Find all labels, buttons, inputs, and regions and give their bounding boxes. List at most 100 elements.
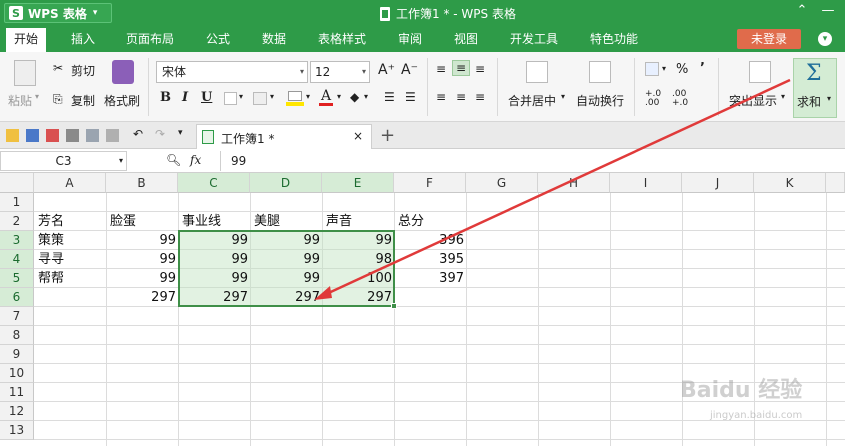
align-middle-icon[interactable]: ≡ [452, 60, 471, 76]
row-header[interactable]: 4 [0, 250, 34, 269]
row-header[interactable]: 7 [0, 307, 34, 326]
indent-decrease-icon[interactable]: ☰ [405, 90, 416, 104]
column-header[interactable]: G [466, 173, 538, 193]
undo-icon[interactable]: ↶ [133, 127, 143, 141]
row-header[interactable]: 8 [0, 326, 34, 345]
grow-font-button[interactable]: A⁺ [378, 62, 395, 78]
cell-f3[interactable]: 396 [395, 231, 467, 250]
chevron-down-icon[interactable]: ▾ [306, 92, 310, 101]
cell-c2[interactable]: 事业线 [179, 212, 224, 231]
paste-button[interactable]: 粘贴 [8, 92, 32, 109]
open-folder-icon[interactable] [6, 129, 19, 142]
tab-home[interactable]: 开始 [6, 26, 47, 52]
border-icon[interactable] [224, 92, 237, 105]
format-painter-button[interactable]: 格式刷 [104, 92, 140, 109]
merge-center-button[interactable]: 合并居中 [508, 92, 556, 109]
indent-increase-icon[interactable]: ☰ [384, 90, 395, 104]
tab-formulas[interactable]: 公式 [198, 26, 238, 52]
cell-b3[interactable]: 99 [107, 231, 179, 250]
font-name-select[interactable]: 宋体 ▾ [156, 61, 308, 83]
cell-c4[interactable]: 99 [179, 250, 251, 269]
cell-c5[interactable]: 99 [179, 269, 251, 288]
number-format-icon[interactable] [645, 62, 659, 76]
preview-icon[interactable] [106, 129, 119, 142]
row-header[interactable]: 5 [0, 269, 34, 288]
highlight-icon[interactable] [749, 61, 771, 83]
cell-c6[interactable]: 297 [179, 288, 251, 307]
column-header[interactable]: D [250, 173, 322, 193]
chevron-down-icon[interactable]: ▾ [827, 94, 831, 103]
cell-b2[interactable]: 脸蛋 [107, 212, 139, 231]
column-header[interactable]: K [754, 173, 826, 193]
tab-table-style[interactable]: 表格样式 [310, 26, 374, 52]
column-header[interactable]: H [538, 173, 610, 193]
shrink-font-button[interactable]: A⁻ [401, 62, 418, 78]
wrap-text-icon[interactable] [589, 61, 611, 83]
redo-icon[interactable]: ↷ [155, 127, 165, 141]
cell-a5[interactable]: 帮帮 [35, 269, 107, 288]
print-preview-icon[interactable] [86, 129, 99, 142]
highlight-button[interactable]: 突出显示 [729, 92, 777, 109]
bold-button[interactable]: B [160, 90, 171, 105]
thousands-separator-icon[interactable]: ’ [700, 61, 705, 76]
clear-format-icon[interactable]: ◆ [350, 90, 359, 104]
font-size-select[interactable]: 12 ▾ [310, 61, 370, 83]
underline-button[interactable]: U [201, 90, 212, 105]
cell-e3[interactable]: 99 [323, 231, 395, 250]
sum-button[interactable]: 求和 [797, 93, 821, 110]
collapse-ribbon-icon[interactable]: ⌃ [792, 3, 812, 18]
cell-d6[interactable]: 297 [251, 288, 323, 307]
document-tab[interactable]: 工作簿1 * × [196, 124, 372, 149]
column-header[interactable]: B [106, 173, 178, 193]
align-right-icon[interactable]: ≡ [475, 90, 485, 104]
chevron-down-icon[interactable]: ▾ [561, 92, 565, 101]
column-header[interactable]: C [178, 173, 250, 193]
cell-e6[interactable]: 297 [323, 288, 395, 307]
tab-developer[interactable]: 开发工具 [502, 26, 566, 52]
cell-e5[interactable]: 100 [323, 269, 395, 288]
select-all-corner[interactable] [0, 173, 34, 193]
decrease-decimal-icon[interactable]: .00 +.0 [672, 90, 688, 108]
row-header[interactable]: 11 [0, 383, 34, 402]
login-button[interactable]: 未登录 [737, 29, 801, 49]
chevron-down-icon[interactable]: ▾ [781, 92, 785, 101]
cell-e2[interactable]: 声音 [323, 212, 355, 231]
cell-a2[interactable]: 芳名 [35, 212, 67, 231]
cut-button[interactable]: 剪切 [71, 62, 95, 79]
cell-f5[interactable]: 397 [395, 269, 467, 288]
cell-style-icon[interactable] [253, 92, 267, 105]
name-box[interactable]: C3 ▾ [0, 151, 127, 171]
chevron-down-icon[interactable]: ▾ [337, 92, 341, 101]
column-header[interactable] [826, 173, 845, 193]
align-top-icon[interactable]: ≡ [436, 62, 446, 76]
close-icon[interactable]: × [353, 129, 363, 143]
tab-review[interactable]: 审阅 [390, 26, 430, 52]
insert-function-button[interactable]: fx [190, 153, 201, 167]
cell-d3[interactable]: 99 [251, 231, 323, 250]
row-header[interactable]: 1 [0, 193, 34, 212]
row-header[interactable]: 13 [0, 421, 34, 440]
column-header[interactable]: E [322, 173, 394, 193]
column-header[interactable]: I [610, 173, 682, 193]
minimize-icon[interactable]: — [818, 3, 838, 18]
row-header[interactable]: 10 [0, 364, 34, 383]
column-header[interactable]: A [34, 173, 106, 193]
row-header[interactable]: 3 [0, 231, 34, 250]
merge-center-icon[interactable] [526, 61, 548, 83]
percent-button[interactable]: % [676, 62, 688, 77]
cell-f2[interactable]: 总分 [395, 212, 427, 231]
row-header[interactable]: 12 [0, 402, 34, 421]
column-header[interactable]: J [682, 173, 754, 193]
cell-b5[interactable]: 99 [107, 269, 179, 288]
tab-data[interactable]: 数据 [254, 26, 294, 52]
cell-b4[interactable]: 99 [107, 250, 179, 269]
zoom-search-icon[interactable]: 🔍︎ [166, 153, 181, 167]
wrap-text-button[interactable]: 自动换行 [576, 92, 624, 109]
app-menu-button[interactable]: S WPS 表格 ▾ [4, 3, 112, 23]
cell-a4[interactable]: 寻寻 [35, 250, 107, 269]
print-icon[interactable] [66, 129, 79, 142]
row-header[interactable]: 2 [0, 212, 34, 231]
format-painter-icon[interactable] [112, 60, 134, 84]
cell-d2[interactable]: 美腿 [251, 212, 283, 231]
save-icon[interactable] [26, 129, 39, 142]
